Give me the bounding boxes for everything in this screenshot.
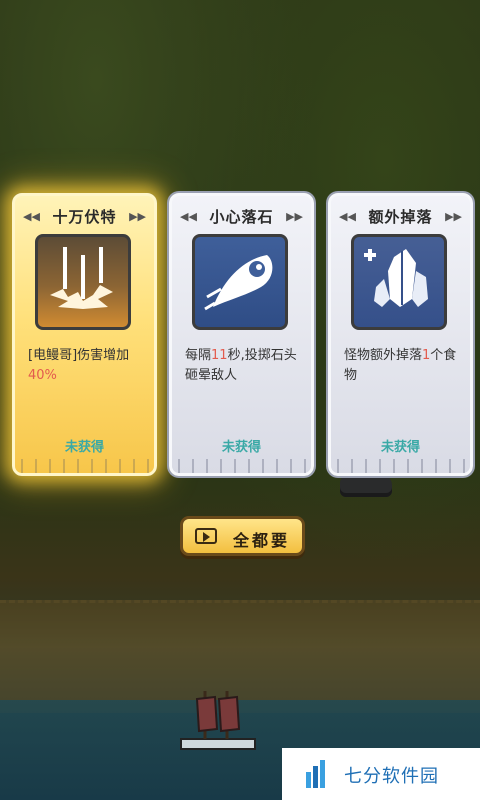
rock-decoration	[340, 475, 392, 497]
falling-rock-icon	[192, 234, 288, 330]
card-description: 怪物额外掉落1个食物	[344, 348, 457, 383]
card-title: 小心落石	[209, 208, 274, 226]
card-bottom-border	[331, 459, 470, 473]
skill-card-extra-drop[interactable]: ◀◀ ▶▶ 额外掉落 怪物额外掉落1个食物 未获得	[328, 193, 473, 476]
logo-bars-icon	[306, 760, 325, 788]
card-title: 十万伏特	[52, 208, 117, 226]
watermark-text: 七分软件园	[344, 766, 439, 787]
card-description: [电鳗哥]伤害增加40%	[28, 348, 130, 383]
skill-card-falling-rock[interactable]: ◀◀ ▶▶ 小心落石 每隔11秒,投掷石头砸晕敌人 未获得	[169, 193, 314, 476]
lightning-strike-icon	[35, 234, 131, 330]
card-bottom-border	[15, 459, 154, 473]
crystal-plus-icon	[351, 234, 447, 330]
card-description: 每隔11秒,投掷石头砸晕敌人	[185, 348, 297, 383]
take-all-label: 全都要	[233, 531, 291, 550]
card-bottom-border	[172, 459, 311, 473]
skill-card-thunder[interactable]: ◀◀ ▶▶ 十万伏特 [电鳗哥]伤害增加40% 未获得	[12, 193, 157, 476]
status-label: 未获得	[64, 440, 104, 455]
watermark: 七分软件园	[282, 748, 480, 800]
video-camera-icon	[195, 528, 217, 544]
status-label: 未获得	[380, 440, 420, 455]
status-label: 未获得	[221, 440, 261, 455]
card-title: 额外掉落	[368, 208, 433, 226]
raft-boat	[180, 691, 256, 750]
take-all-button[interactable]: 全都要	[180, 516, 305, 556]
